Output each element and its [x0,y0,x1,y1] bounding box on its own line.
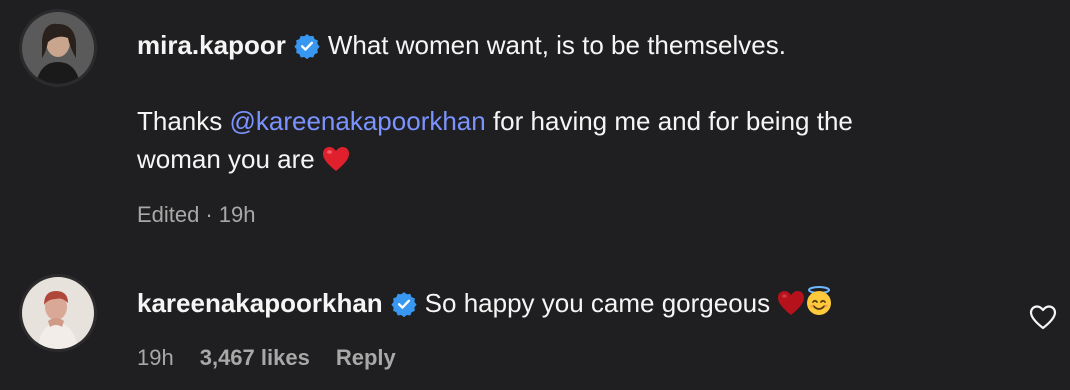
edited-label: Edited [137,202,200,227]
timestamp[interactable]: 19h [219,202,256,227]
comment-line-3: woman you are [137,140,1000,178]
comment-text: for having me and for being the [485,106,853,136]
comment-meta: 19h 3,467 likes Reply [137,343,1000,373]
profile-photo [22,12,94,84]
username[interactable]: mira.kapoor [137,30,286,60]
verified-badge-icon [391,292,417,317]
profile-photo [22,277,94,349]
red-heart-icon [778,291,805,315]
comment-line-2: Thanks @kareenakapoorkhan for having me … [137,102,1000,140]
avatar-kareenakapoorkhan[interactable] [22,277,94,349]
mention-link[interactable]: @kareenakapoorkhan [230,106,486,136]
timestamp[interactable]: 19h [137,345,174,370]
likes-count[interactable]: 3,467 likes [200,345,310,370]
comment-line-1: mira.kapoor What women want, is to be the… [137,26,1000,64]
username[interactable]: kareenakapoorkhan [137,288,383,318]
like-heart-icon[interactable] [1028,302,1058,332]
reply-button[interactable]: Reply [336,345,396,370]
separator: · [205,202,213,227]
comment-meta: Edited · 19h [137,200,1000,230]
verified-badge-icon [294,34,320,59]
comment-text: What women want, is to be themselves. [327,30,786,60]
comment-text: Thanks [137,106,230,136]
red-heart-icon [323,147,349,171]
avatar-mira-kapoor[interactable] [22,12,94,84]
comment-line-1: kareenakapoorkhan So happy you came gorge… [137,284,1000,322]
comment-text: So happy you came gorgeous [424,288,771,318]
smiling-face-with-halo-icon [807,286,832,315]
comment-text: woman you are [137,144,315,174]
